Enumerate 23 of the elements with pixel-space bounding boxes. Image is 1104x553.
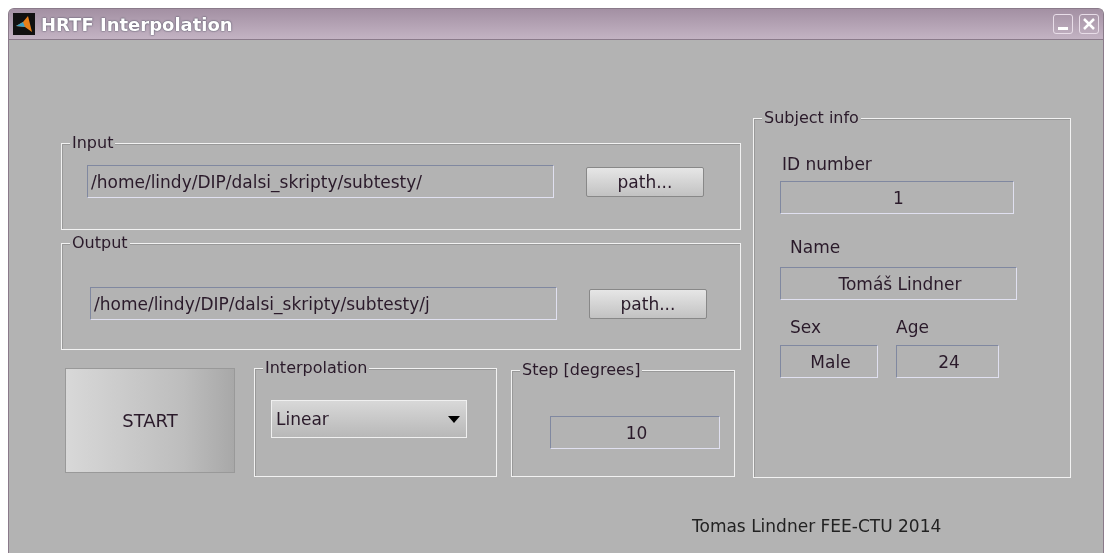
close-button[interactable] [1079, 14, 1099, 34]
path-field[interactable]: /home/lindy/DIP/dalsi_skripty/subtesty/j [90, 287, 557, 320]
caret-icon [448, 415, 460, 423]
step-field[interactable]: 10 [550, 416, 720, 449]
app-logo-icon [13, 13, 35, 35]
name-field[interactable]: Tomáš Lindner [780, 267, 1017, 300]
id-field[interactable]: 1 [780, 181, 1014, 214]
window-title: HRTF Interpolation [41, 13, 234, 35]
field-label: Name [790, 236, 842, 258]
age-field[interactable]: 24 [896, 345, 999, 378]
field-label: Sex [790, 316, 822, 338]
footer-text: Tomas Lindner FEE-CTU 2014 [692, 516, 942, 536]
minimize-button[interactable] [1053, 14, 1073, 34]
interpolation-dropdown[interactable]: Linear [271, 400, 467, 438]
field-label: Age [896, 316, 930, 338]
sex-field[interactable]: Male [780, 345, 878, 378]
path-field[interactable]: /home/lindy/DIP/dalsi_skripty/subtesty/ [87, 165, 554, 198]
path-button[interactable]: path... [586, 166, 704, 197]
path-button[interactable]: path... [589, 288, 707, 319]
minimize-icon [1058, 26, 1068, 30]
field-label: ID number [782, 153, 873, 175]
close-icon [1082, 17, 1096, 31]
start-button[interactable]: START [65, 368, 235, 473]
